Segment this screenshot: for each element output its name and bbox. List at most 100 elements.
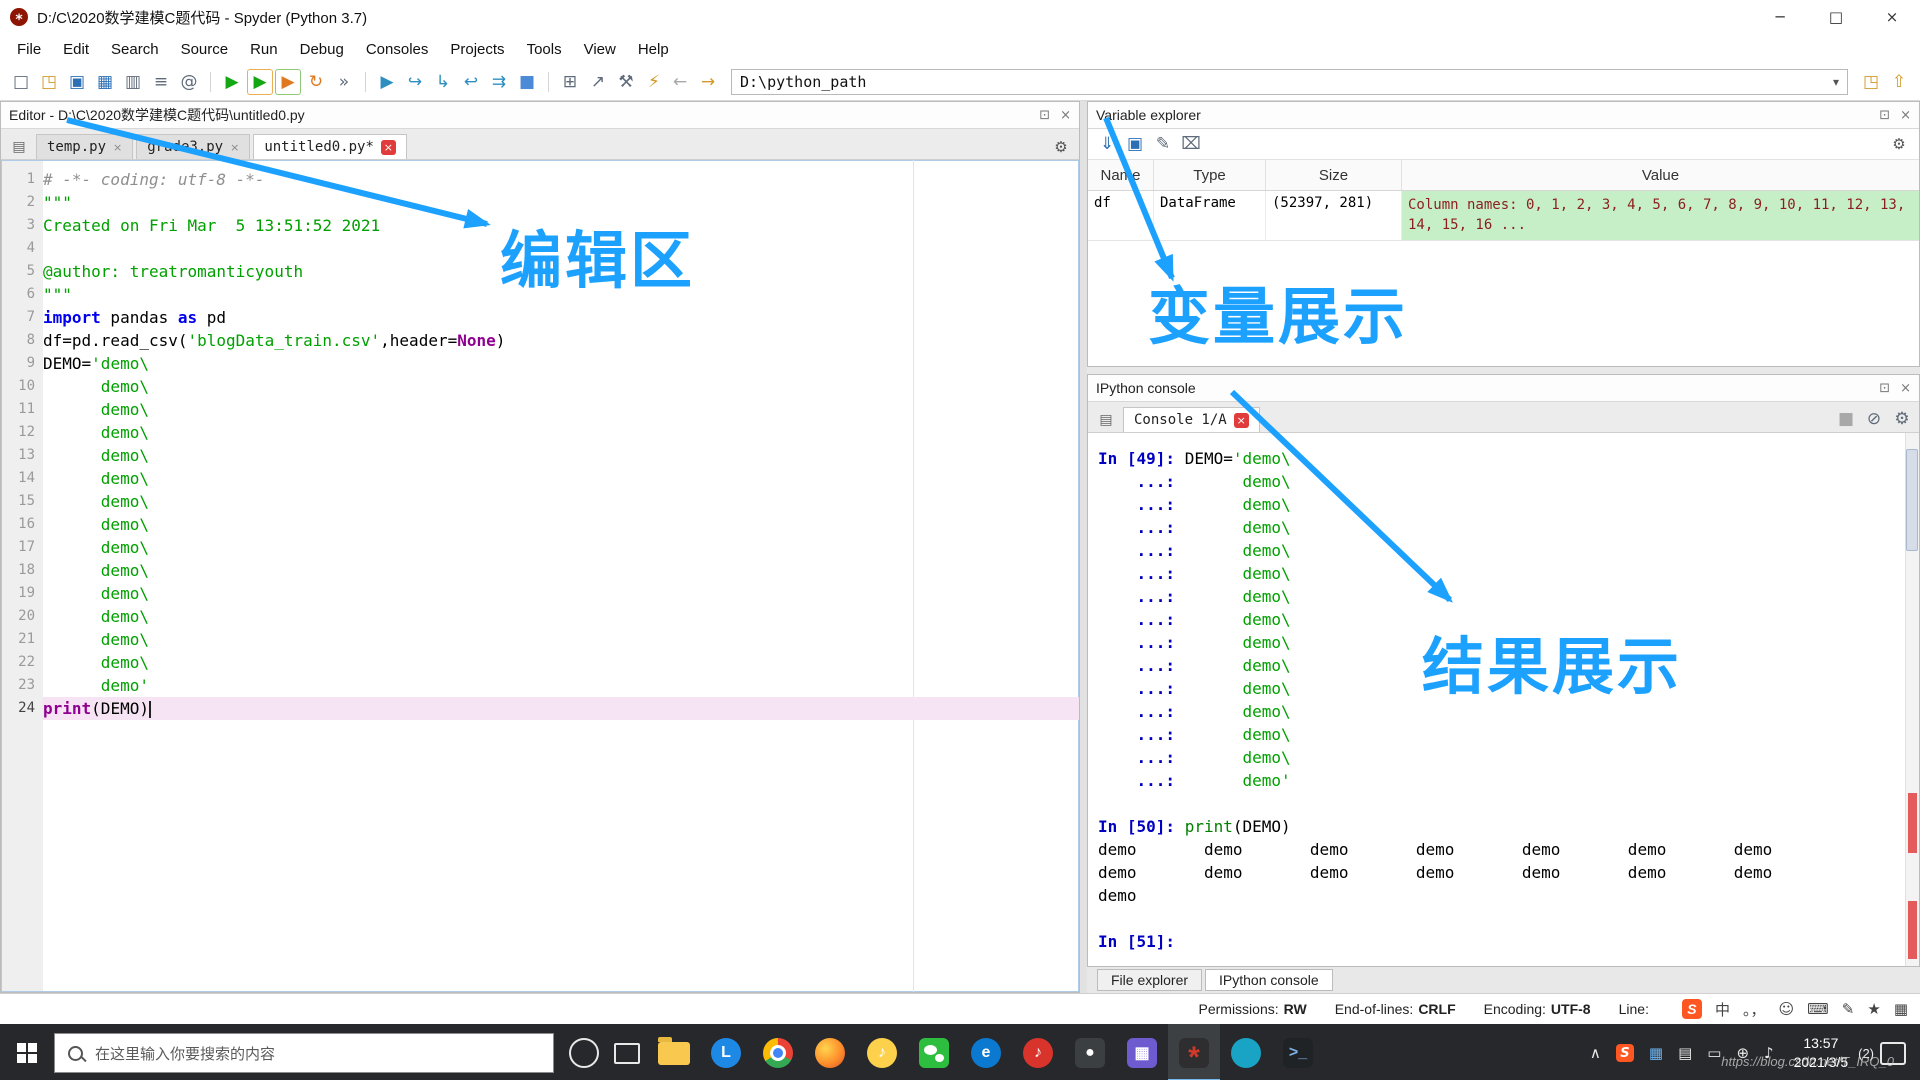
options-gear-icon[interactable]: ⚙ <box>1889 406 1915 432</box>
close-tab-icon[interactable]: × <box>230 141 239 154</box>
close-pane-icon[interactable]: × <box>1060 108 1071 123</box>
taskbar-app-terminal[interactable]: >_ <box>1272 1024 1324 1080</box>
forward-icon[interactable]: → <box>695 69 721 95</box>
code-editor[interactable]: 1 # -*- coding: utf-8 -*- 2 """ 3 Create… <box>1 160 1079 992</box>
options-gear-icon[interactable]: ⚙ <box>1885 132 1913 156</box>
taskbar-app-chrome[interactable] <box>752 1024 804 1080</box>
console-output[interactable]: In [49]: DEMO='demo\ ...: demo\ ...: dem… <box>1088 433 1919 966</box>
code-line[interactable]: 2 """ <box>1 191 1079 214</box>
code-line[interactable]: 19 demo\ <box>1 582 1079 605</box>
code-line[interactable]: 1 # -*- coding: utf-8 -*- <box>1 168 1079 191</box>
editor-tab[interactable]: grade3.py × <box>136 134 251 159</box>
symbol-finder-icon[interactable]: @ <box>176 69 202 95</box>
run-cell-icon[interactable]: ▶ <box>247 69 273 95</box>
menu-item[interactable]: Edit <box>52 37 100 62</box>
more-actions-icon[interactable]: » <box>331 69 357 95</box>
code-line[interactable]: 20 demo\ <box>1 605 1079 628</box>
code-line[interactable]: 24 print(DEMO) <box>1 697 1079 720</box>
debug-icon[interactable]: ▶ <box>374 69 400 95</box>
taskbar-app-netease-music[interactable]: ♪ <box>1012 1024 1064 1080</box>
python-env-icon[interactable]: ⚡ <box>641 69 667 95</box>
import-data-icon[interactable]: ⇓ <box>1094 131 1120 157</box>
code-line[interactable]: 21 demo\ <box>1 628 1079 651</box>
console-tab[interactable]: Console 1/A × <box>1123 407 1260 432</box>
console-scrollbar[interactable] <box>1905 433 1919 966</box>
new-file-icon[interactable]: □ <box>8 69 34 95</box>
back-icon[interactable]: ← <box>667 69 693 95</box>
toolbar-separator[interactable] <box>210 72 211 92</box>
run-cell-advance-icon[interactable]: ▶ <box>275 69 301 95</box>
clear-variables-icon[interactable]: ⌧ <box>1178 131 1204 157</box>
code-line[interactable]: 12 demo\ <box>1 421 1079 444</box>
menu-item[interactable]: Source <box>170 37 240 62</box>
editor-tab[interactable]: untitled0.py* × <box>253 134 407 159</box>
menu-item[interactable]: Debug <box>289 37 355 62</box>
pane-switch-tab[interactable]: File explorer <box>1097 969 1203 991</box>
task-view-button[interactable] <box>614 1042 640 1064</box>
edit-icon[interactable]: ✎ <box>1150 131 1176 157</box>
clock[interactable]: 13:57 2021/3/5 <box>1794 1034 1849 1072</box>
grid-icon[interactable]: ▦ <box>1894 1000 1908 1018</box>
ime-mode-chinese[interactable]: 中 <box>1715 999 1730 1020</box>
step-into-icon[interactable]: ↳ <box>430 69 456 95</box>
stop-icon[interactable]: ■ <box>514 69 540 95</box>
code-line[interactable]: 4 <box>1 237 1079 260</box>
code-line[interactable]: 16 demo\ <box>1 513 1079 536</box>
fullscreen-icon[interactable]: ↗ <box>585 69 611 95</box>
close-tab-icon[interactable]: × <box>1233 412 1249 428</box>
scrollbar-thumb[interactable] <box>1906 449 1918 551</box>
code-line[interactable]: 5 @author: treatromanticyouth <box>1 260 1079 283</box>
column-header[interactable]: Type <box>1154 160 1266 190</box>
code-line[interactable]: 7 import pandas as pd <box>1 306 1079 329</box>
close-button[interactable]: × <box>1864 0 1920 34</box>
editor-tab[interactable]: temp.py × <box>36 134 134 159</box>
pane-switch-tab[interactable]: IPython console <box>1205 969 1333 991</box>
options-gear-icon[interactable]: ⚙ <box>1047 135 1075 159</box>
taskbar-app-file-explorer[interactable] <box>648 1024 700 1080</box>
taskbar-app-music[interactable]: ♪ <box>856 1024 908 1080</box>
open-file-icon[interactable]: ◳ <box>36 69 62 95</box>
menu-item[interactable]: Run <box>239 37 289 62</box>
clear-console-icon[interactable]: ⊘ <box>1861 406 1887 432</box>
menu-item[interactable]: Search <box>100 37 170 62</box>
run-icon[interactable]: ▶ <box>219 69 245 95</box>
start-button[interactable] <box>0 1024 54 1080</box>
toolbar-separator[interactable] <box>365 72 366 92</box>
network-tray-icon[interactable]: ⊕ <box>1736 1044 1749 1062</box>
copy-icon[interactable]: ▥ <box>120 69 146 95</box>
taskbar-app-colorful[interactable]: ▦ <box>1116 1024 1168 1080</box>
code-line[interactable]: 8 df=pd.read_csv('blogData_train.csv',he… <box>1 329 1079 352</box>
browse-directory-icon[interactable]: ◳ <box>1858 69 1884 95</box>
taskbar-app-spyder[interactable]: * <box>1168 1024 1220 1080</box>
save-data-icon[interactable]: ▣ <box>1122 131 1148 157</box>
column-header[interactable]: Value <box>1402 160 1919 190</box>
column-header[interactable]: Size <box>1266 160 1402 190</box>
close-pane-icon[interactable]: × <box>1900 108 1911 123</box>
taskbar-app-edge[interactable]: e <box>960 1024 1012 1080</box>
menu-item[interactable]: Help <box>627 37 680 62</box>
pencil-icon[interactable]: ✎ <box>1842 1000 1855 1018</box>
parent-directory-icon[interactable]: ⇧ <box>1886 69 1912 95</box>
interrupt-icon[interactable]: ■ <box>1833 406 1859 432</box>
menu-item[interactable]: File <box>6 37 52 62</box>
working-directory-combo[interactable]: D:\python_path ▾ <box>731 69 1848 95</box>
battery-tray-icon[interactable]: ▭ <box>1707 1044 1721 1062</box>
menu-item[interactable]: Projects <box>439 37 515 62</box>
toolbar-separator[interactable] <box>548 72 549 92</box>
code-line[interactable]: 11 demo\ <box>1 398 1079 421</box>
undock-pane-icon[interactable]: ⊡ <box>1879 381 1890 396</box>
variable-row[interactable]: df DataFrame (52397, 281) Column names: … <box>1088 191 1919 241</box>
maximize-button[interactable]: □ <box>1808 0 1864 34</box>
code-line[interactable]: 23 demo' <box>1 674 1079 697</box>
taskbar-app-firefox[interactable] <box>804 1024 856 1080</box>
code-line[interactable]: 14 demo\ <box>1 467 1079 490</box>
rerun-icon[interactable]: ↻ <box>303 69 329 95</box>
sogou-ime-logo[interactable]: S <box>1681 999 1702 1019</box>
code-line[interactable]: 9 DEMO='demo\ <box>1 352 1079 375</box>
undock-pane-icon[interactable]: ⊡ <box>1879 108 1890 123</box>
close-tab-icon[interactable]: × <box>380 139 396 155</box>
undock-pane-icon[interactable]: ⊡ <box>1039 108 1050 123</box>
ime-punctuation[interactable]: 。， <box>1743 999 1766 1020</box>
menu-item[interactable]: View <box>573 37 627 62</box>
code-line[interactable]: 17 demo\ <box>1 536 1079 559</box>
